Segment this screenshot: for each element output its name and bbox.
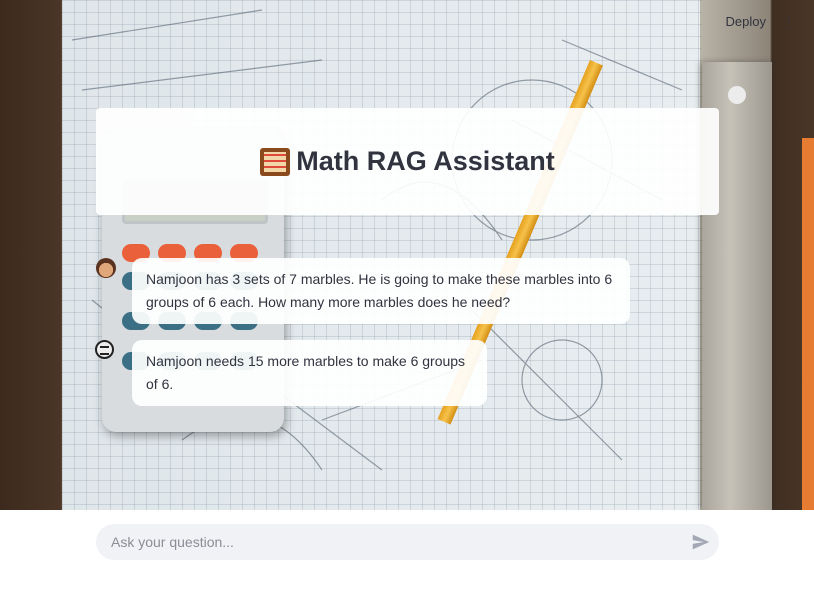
send-icon[interactable] (690, 531, 712, 553)
orange-folder-photo (802, 138, 814, 510)
assistant-message: Namjoon needs 15 more marbles to make 6 … (132, 340, 487, 406)
background-image (0, 0, 814, 510)
page-title-text: Math RAG Assistant (296, 146, 555, 176)
assistant-avatar-icon (95, 340, 114, 359)
more-vertical-icon[interactable]: ⋮ (782, 14, 796, 31)
user-message: Namjoon has 3 sets of 7 marbles. He is g… (132, 258, 630, 324)
deploy-button[interactable]: Deploy (726, 14, 766, 29)
user-avatar-icon (96, 258, 116, 282)
title-card: Math RAG Assistant (96, 108, 719, 215)
page-title: Math RAG Assistant (260, 146, 555, 177)
abacus-icon (260, 147, 291, 176)
chat-input[interactable] (96, 524, 719, 560)
